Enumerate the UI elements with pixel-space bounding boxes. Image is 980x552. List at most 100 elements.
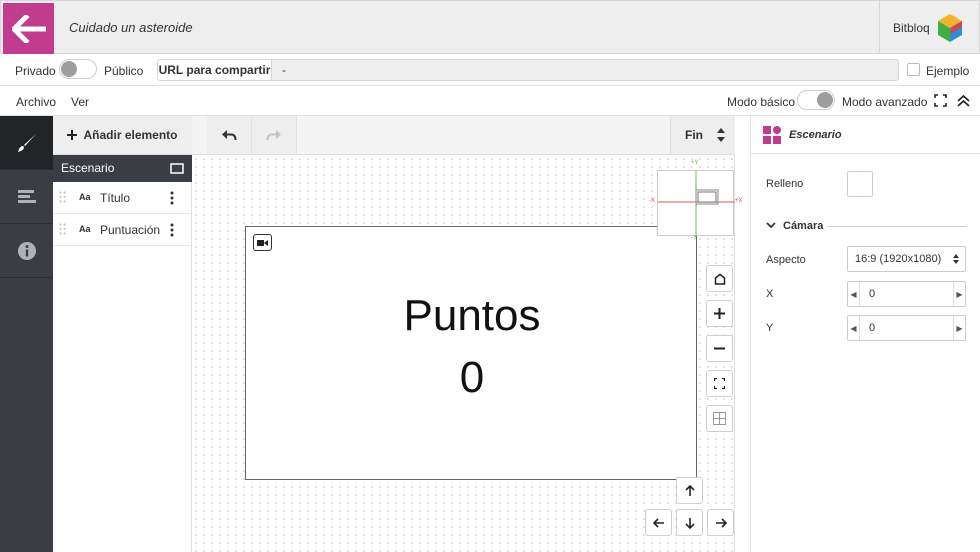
x-label: X [766,288,774,300]
fullscreen-icon[interactable] [934,94,947,107]
sidebar-tab-design[interactable] [0,116,53,170]
sidebar-tab-code[interactable] [0,170,53,224]
zoom-in-button[interactable] [706,300,733,327]
expand-icon [714,378,725,389]
minus-icon [714,347,725,350]
axis-y-pos-label: +Y [691,160,699,166]
info-icon [17,241,36,260]
brush-icon [17,133,36,152]
select-arrows-icon [953,254,959,264]
stage-title-text[interactable]: Puntos [246,291,698,341]
minimap-axes [658,171,735,237]
more-options-icon[interactable] [170,222,174,238]
redo-button[interactable] [252,116,297,154]
increment-icon[interactable]: ▶ [953,282,965,306]
stage[interactable]: Puntos 0 [245,226,697,480]
move-down-button[interactable] [676,509,703,536]
example-label: Ejemplo [926,64,970,78]
properties-panel: Escenario Relleno Cámara Aspecto 16:9 (1… [750,116,980,552]
collapse-up-icon[interactable] [956,93,971,108]
share-url-label: URL para compartir [157,59,272,81]
grid-toggle-button[interactable] [706,405,733,432]
menu-bar: Archivo Ver Modo básico Modo avanzado [0,86,980,116]
aspect-select[interactable]: 16:9 (1920x1080) [847,246,966,272]
scene-label: Escenario [61,161,115,175]
mode-advanced-label: Modo avanzado [842,95,928,109]
move-left-button[interactable] [645,509,672,536]
code-blocks-icon [17,189,36,203]
bitbloq-logo-icon [938,14,962,42]
camera-icon[interactable] [253,234,272,251]
grid-icon [713,412,726,425]
properties-title: Escenario [789,129,842,141]
camera-section-title[interactable]: Cámara [783,220,823,232]
visibility-toggle[interactable] [59,59,97,79]
arrow-down-icon [684,517,695,529]
end-select[interactable]: Fin [670,116,735,154]
y-value[interactable]: 0 [869,322,875,334]
drag-handle-icon[interactable] [59,191,66,203]
zoom-out-button[interactable] [706,335,733,362]
arrow-left-icon [11,14,46,43]
stage-score-text[interactable]: 0 [246,353,698,403]
y-stepper[interactable]: ◀ 0 ▶ [847,315,966,341]
document-title[interactable]: Cuidado un asteroide [69,20,193,35]
text-type-icon: Aa [79,192,91,202]
top-bar: Cuidado un asteroide Bitbloq [0,0,980,54]
video-camera-glyph [257,239,268,246]
y-label: Y [766,322,774,334]
undo-icon [222,130,237,141]
screen-icon [170,163,184,174]
share-url-field[interactable]: - [271,59,899,81]
fill-label: Relleno [766,178,804,190]
share-bar: Privado Público URL para compartir - Eje… [0,54,980,86]
move-right-button[interactable] [707,509,734,536]
scene-item[interactable]: Escenario [53,155,192,182]
menu-ver[interactable]: Ver [71,95,89,109]
arrow-up-icon [684,484,695,496]
undo-button[interactable] [207,116,252,154]
example-checkbox[interactable] [907,63,920,76]
increment-icon[interactable]: ▶ [953,316,965,340]
decrement-icon[interactable]: ◀ [848,316,860,340]
fit-view-button[interactable] [706,370,733,397]
home-icon [714,273,725,285]
fill-color-picker[interactable] [847,171,873,197]
toggle-knob [817,92,833,108]
axis-y-neg-label: -Y [691,235,697,241]
list-item[interactable]: Aa Puntuación [53,214,192,246]
plus-icon [67,130,78,140]
left-sidebar [0,116,53,552]
element-name: Título [100,191,131,205]
list-item[interactable]: Aa Título [53,182,192,214]
canvas-area[interactable]: Puntos 0 +Y -Y -X +X [192,155,743,552]
back-button[interactable] [3,3,54,54]
menu-archivo[interactable]: Archivo [16,95,56,109]
public-label: Público [104,64,144,78]
x-value[interactable]: 0 [869,288,875,300]
more-options-icon[interactable] [170,190,174,206]
axis-x-pos-label: +X [735,198,743,204]
sidebar-tab-info[interactable] [0,224,53,278]
aspect-value: 16:9 (1920x1080) [855,253,942,265]
arrow-right-icon [715,517,727,528]
toggle-knob [61,61,77,77]
add-element-button[interactable]: Añadir elemento [53,116,192,155]
x-stepper[interactable]: ◀ 0 ▶ [847,281,966,307]
divider [827,226,967,227]
canvas-toolbar: Fin [192,116,735,155]
drag-handle-icon[interactable] [59,223,66,235]
home-view-button[interactable] [706,265,733,292]
decrement-icon[interactable]: ◀ [848,282,860,306]
chevron-down-icon[interactable] [766,222,776,229]
element-name: Puntuación [100,223,161,237]
end-label: Fin [685,128,703,142]
mode-toggle[interactable] [797,90,835,110]
properties-header: Escenario [751,116,980,154]
divider [879,1,880,54]
plus-icon [714,308,725,319]
move-up-button[interactable] [676,477,703,504]
minimap[interactable] [657,170,735,237]
elements-panel: Añadir elemento Escenario Aa Título Aa P… [53,116,192,552]
mode-basic-label: Modo básico [727,95,796,109]
